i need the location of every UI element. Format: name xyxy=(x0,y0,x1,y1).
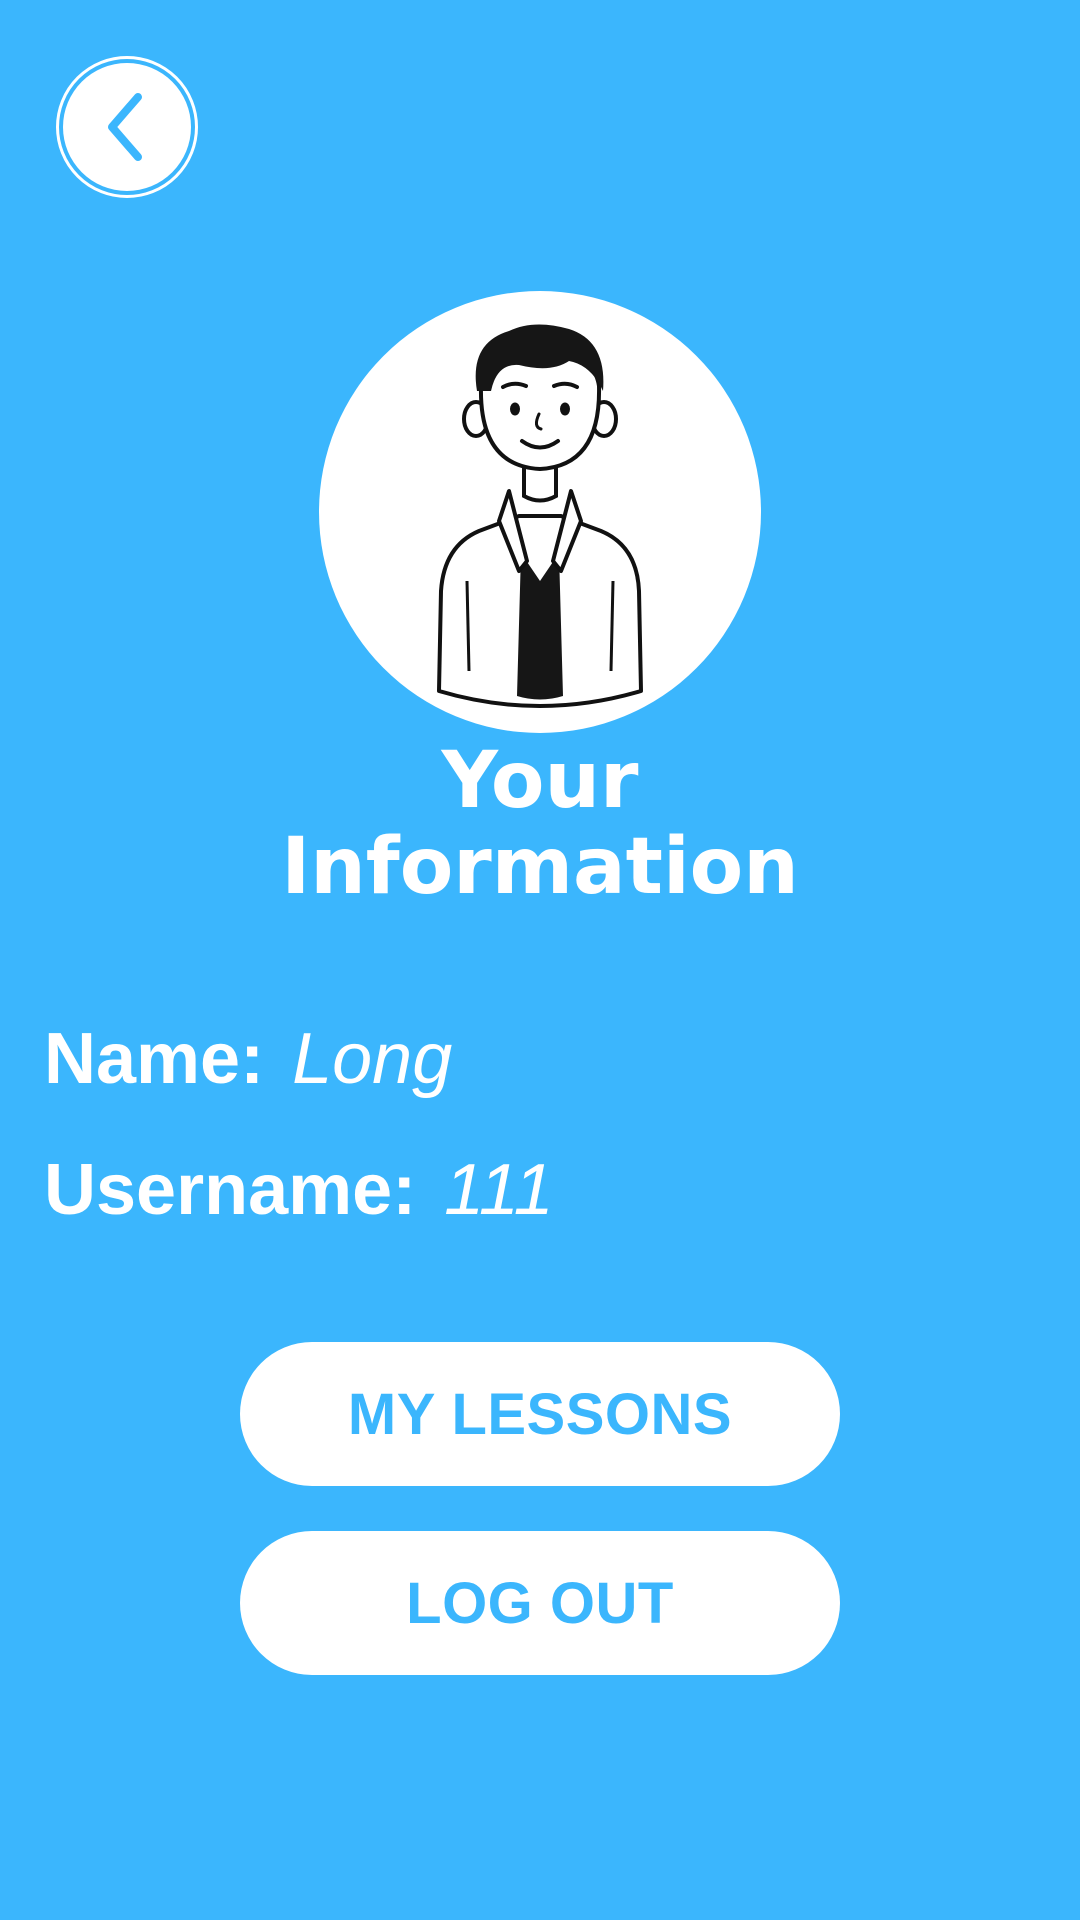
back-button[interactable] xyxy=(56,56,198,198)
my-lessons-button[interactable]: MY LESSONS xyxy=(240,1342,840,1486)
avatar xyxy=(319,291,761,733)
username-label: Username: xyxy=(44,1150,417,1230)
name-value: Long xyxy=(292,1019,453,1099)
name-row: Name: Long xyxy=(44,1014,452,1104)
name-label: Name: xyxy=(44,1019,265,1099)
back-button-circle[interactable] xyxy=(63,63,191,191)
page-title: Your Information xyxy=(0,738,1080,910)
username-row: Username: 111 xyxy=(44,1145,554,1235)
chevron-left-icon xyxy=(108,93,142,161)
page-title-line1: Your xyxy=(441,736,639,826)
page-title-line2: Information xyxy=(281,822,799,912)
username-value: 111 xyxy=(444,1150,554,1230)
log-out-button[interactable]: LOG OUT xyxy=(240,1531,840,1675)
user-avatar-icon xyxy=(437,324,643,708)
